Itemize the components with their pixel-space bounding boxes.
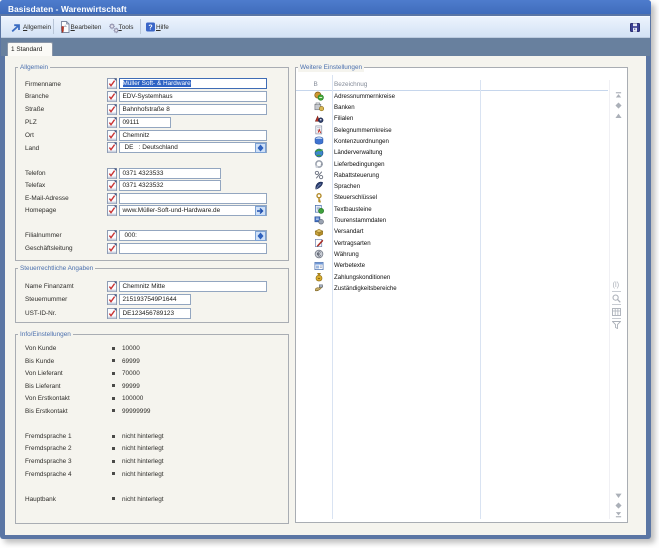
svg-text:?: ? (148, 25, 152, 32)
